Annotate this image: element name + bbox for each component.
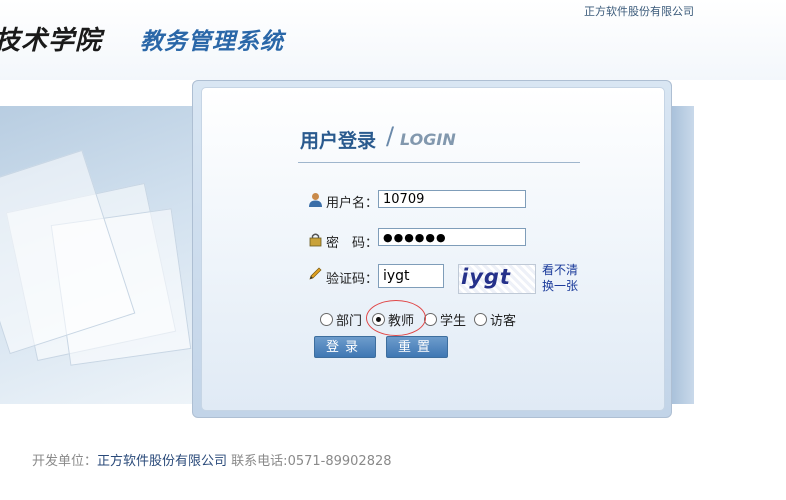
footer-info: 开发单位：正方软件股份有限公司 联系电话:0571-89902828	[32, 450, 392, 469]
school-logo-text: 技术学院	[0, 26, 103, 56]
role-option-visitor[interactable]: 访客	[474, 310, 516, 329]
captcha-label: 验证码：	[326, 272, 379, 287]
lock-icon	[309, 233, 322, 247]
highlight-annotation	[366, 300, 426, 336]
role-label-visitor: 访客	[490, 314, 517, 329]
radio-visitor[interactable]	[474, 313, 487, 326]
decorative-documents-image	[0, 106, 200, 404]
header-bar: 正方软件股份有限公司 技术学院 教务管理系统	[0, 0, 786, 80]
footer-contact-label: 联系电话:	[231, 454, 288, 469]
company-name-top: 正方软件股份有限公司	[584, 5, 694, 18]
role-option-student[interactable]: 学生	[424, 310, 466, 329]
role-label-student: 学生	[440, 314, 467, 329]
user-icon	[309, 193, 322, 207]
footer-contact-phone: 0571-89902828	[287, 454, 392, 469]
captcha-input[interactable]	[378, 264, 444, 288]
username-input[interactable]	[378, 190, 526, 208]
radio-student[interactable]	[424, 313, 437, 326]
radio-department[interactable]	[320, 313, 333, 326]
pencil-icon	[309, 267, 322, 280]
role-label-department: 部门	[336, 314, 363, 329]
password-input[interactable]	[378, 228, 526, 246]
refresh-captcha-link[interactable]: 看不清换一张	[542, 262, 586, 294]
login-title-en: LOGIN	[400, 130, 456, 149]
login-button[interactable]: 登录	[314, 336, 376, 358]
footer-dev-label: 开发单位：	[32, 454, 98, 469]
reset-button[interactable]: 重置	[386, 336, 448, 358]
login-panel-inner: 用户登录 / LOGIN 用户名： 密 码： 验证码： iygt 看不清换一张	[201, 87, 665, 411]
captcha-image-text: iygt	[461, 265, 511, 289]
login-panel: 用户登录 / LOGIN 用户名： 密 码： 验证码： iygt 看不清换一张	[192, 80, 672, 418]
password-label: 密 码：	[326, 236, 379, 251]
title-divider	[298, 162, 580, 163]
username-label: 用户名：	[326, 196, 379, 211]
login-title-separator: /	[386, 122, 395, 150]
system-title: 教务管理系统	[140, 29, 284, 55]
footer-dev-company: 正方软件股份有限公司	[97, 454, 228, 469]
role-option-department[interactable]: 部门	[320, 310, 362, 329]
captcha-image[interactable]: iygt	[458, 264, 536, 294]
login-title: 用户登录	[300, 130, 377, 152]
